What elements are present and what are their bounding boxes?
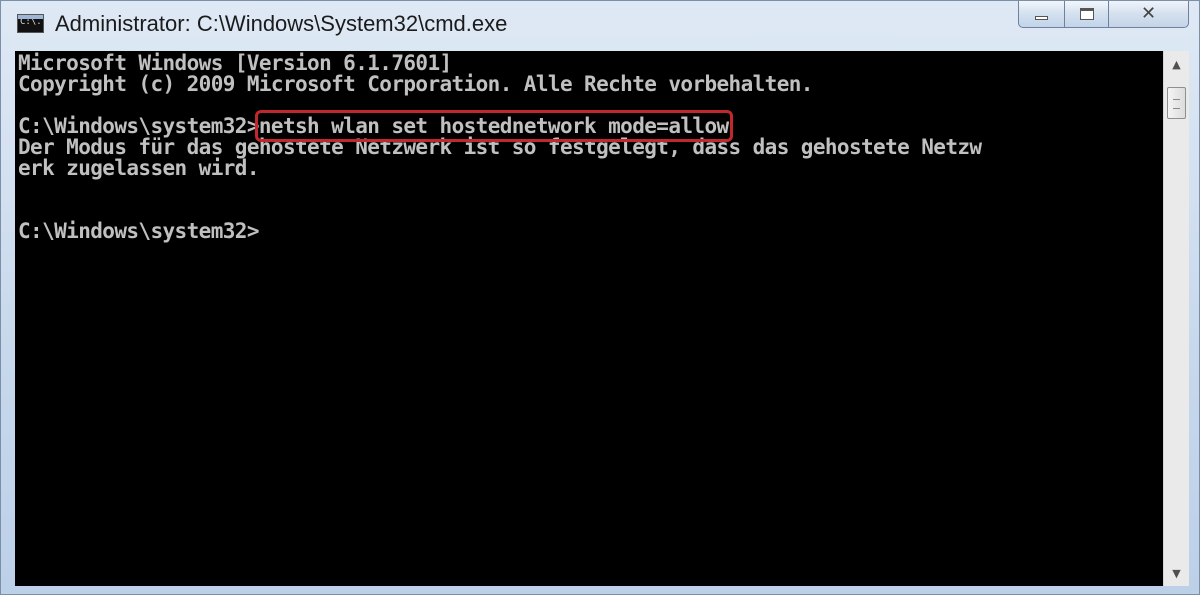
- console-line: Microsoft Windows [Version 6.1.7601]: [18, 51, 452, 75]
- scroll-thumb[interactable]: [1167, 87, 1186, 119]
- console-line: erk zugelassen wird.: [18, 156, 259, 180]
- console-line: Copyright (c) 2009 Microsoft Corporation…: [18, 72, 813, 96]
- console-output: Microsoft Windows [Version 6.1.7601] Copy…: [18, 51, 982, 243]
- scroll-down-button[interactable]: ▼: [1164, 560, 1189, 586]
- close-icon: ✕: [1140, 3, 1157, 24]
- console-line: Der Modus für das gehostete Netzwerk ist…: [18, 135, 982, 159]
- maximize-icon: [1079, 8, 1094, 20]
- console-area[interactable]: Microsoft Windows [Version 6.1.7601] Copy…: [15, 51, 1163, 586]
- close-button[interactable]: ✕: [1109, 1, 1189, 28]
- minimize-button[interactable]: [1018, 1, 1065, 28]
- caption-buttons: ✕: [1018, 1, 1189, 30]
- window-title: Administrator: C:\Windows\System32\cmd.e…: [55, 11, 508, 36]
- arrow-down-icon: ▼: [1172, 566, 1181, 580]
- arrow-up-icon: ▲: [1172, 57, 1181, 71]
- cmd-window: C:\. Administrator: C:\Windows\System32\…: [0, 0, 1200, 595]
- cmd-icon[interactable]: C:\.: [17, 14, 44, 33]
- title-bar[interactable]: C:\. Administrator: C:\Windows\System32\…: [1, 1, 1199, 51]
- scroll-up-button[interactable]: ▲: [1164, 51, 1189, 77]
- minimize-icon: [1035, 16, 1048, 20]
- maximize-button[interactable]: [1065, 1, 1109, 28]
- current-prompt-line: C:\Windows\system32>: [18, 219, 259, 243]
- command-line: C:\Windows\system32>netsh wlan set hoste…: [18, 110, 981, 142]
- vertical-scrollbar[interactable]: ▲ ▼: [1163, 51, 1189, 586]
